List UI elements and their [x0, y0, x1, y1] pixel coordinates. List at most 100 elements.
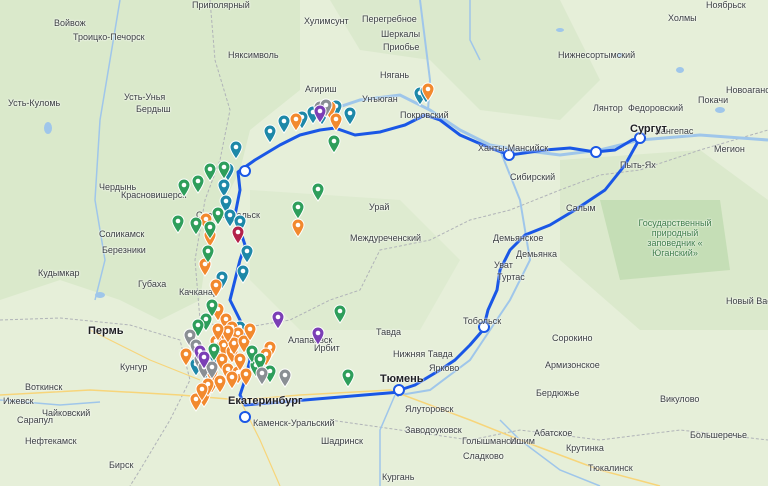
green-map-marker-icon[interactable]	[291, 200, 305, 220]
purple-map-marker-icon[interactable]	[197, 350, 211, 370]
place-label: Демьянское	[493, 233, 544, 243]
orange-map-marker-icon[interactable]	[289, 112, 303, 132]
place-label: Троицко-Печорск	[73, 32, 145, 42]
place-label: Холмы	[668, 13, 697, 23]
green-map-marker-icon[interactable]	[201, 244, 215, 264]
place-label: Каменск-Уральский	[253, 418, 335, 428]
waypoint-icon[interactable]	[590, 146, 602, 158]
place-label: Березники	[102, 245, 146, 255]
orange-map-marker-icon[interactable]	[243, 322, 257, 342]
place-label: Нягань	[380, 70, 410, 80]
grey-map-marker-icon[interactable]	[278, 368, 292, 388]
orange-map-marker-icon[interactable]	[225, 370, 239, 390]
place-label: Сорокино	[552, 333, 593, 343]
place-label: Соликамск	[99, 229, 145, 239]
map-canvas[interactable]: Приполярный Хулимсунт Перегребное Войвож…	[0, 0, 768, 486]
teal-map-marker-icon[interactable]	[229, 140, 243, 160]
purple-map-marker-icon[interactable]	[271, 310, 285, 330]
green-map-marker-icon[interactable]	[189, 216, 203, 236]
place-label: Агириш	[305, 84, 337, 94]
orange-map-marker-icon[interactable]	[421, 82, 435, 102]
place-label: Тюкалинск	[588, 463, 633, 473]
purple-map-marker-icon[interactable]	[311, 326, 325, 346]
green-map-marker-icon[interactable]	[341, 368, 355, 388]
place-label: Нефтекамск	[25, 436, 77, 446]
place-label: Хулимсунт	[304, 16, 349, 26]
place-label: Тавда	[376, 327, 402, 337]
green-map-marker-icon[interactable]	[211, 206, 225, 226]
green-map-marker-icon[interactable]	[203, 162, 217, 182]
reserve-label: Государственный природный заповедник « Ю…	[638, 218, 712, 258]
place-label: Ханты-Мансийск	[478, 143, 549, 153]
place-label: Мегион	[714, 144, 745, 154]
place-label: Нижнесортымский	[558, 50, 636, 60]
place-label: Покачи	[698, 95, 729, 105]
orange-map-marker-icon[interactable]	[291, 218, 305, 238]
place-label: Сладково	[463, 451, 504, 461]
place-label: Войвож	[54, 18, 86, 28]
place-label: Лянтор	[593, 103, 623, 113]
place-label: Пыть-Ях	[620, 160, 656, 170]
teal-map-marker-icon[interactable]	[263, 124, 277, 144]
teal-map-marker-icon[interactable]	[343, 106, 357, 126]
waypoint-icon[interactable]	[239, 411, 251, 423]
place-label: Новоаганск	[726, 85, 768, 95]
place-label: Шадринск	[321, 436, 363, 446]
place-label: Бердыш	[136, 104, 171, 114]
place-label: Бирск	[109, 460, 134, 470]
place-label: Демьянка	[516, 249, 557, 259]
place-label: Бердюжье	[536, 388, 580, 398]
place-label: Крутинка	[566, 443, 604, 453]
green-map-marker-icon[interactable]	[333, 304, 347, 324]
teal-map-marker-icon[interactable]	[236, 264, 250, 284]
place-label: Ялуторовск	[405, 404, 454, 414]
waypoint-icon[interactable]	[393, 384, 405, 396]
orange-map-marker-icon[interactable]	[209, 278, 223, 298]
place-label: Новый Васюган	[726, 296, 768, 306]
place-label: Заводоуковск	[405, 425, 462, 435]
place-label: Ижевск	[3, 396, 34, 406]
place-label: Кургань	[382, 472, 415, 482]
place-label: Сарапул	[17, 415, 54, 425]
waypoint-icon[interactable]	[239, 165, 251, 177]
place-label: Федоровский	[628, 103, 684, 113]
place-label: Кудымкар	[38, 268, 80, 278]
place-label: Ярково	[429, 363, 460, 373]
place-label: Салым	[566, 203, 596, 213]
place-label: Усть-Унья	[124, 92, 166, 102]
orange-map-marker-icon[interactable]	[195, 382, 209, 402]
place-label: Перегребное	[362, 14, 417, 24]
place-label: Губаха	[138, 279, 167, 289]
place-label: Ноябрьск	[706, 0, 746, 10]
place-label: Урай	[369, 202, 390, 212]
place-label: Воткинск	[25, 382, 63, 392]
place-label: Приполярный	[192, 0, 250, 10]
green-map-marker-icon[interactable]	[311, 182, 325, 202]
purple-map-marker-icon[interactable]	[313, 104, 327, 124]
place-label: Уват	[494, 260, 513, 270]
place-label: Викулово	[660, 394, 700, 404]
green-map-marker-icon[interactable]	[177, 178, 191, 198]
place-label: Абатское	[534, 428, 573, 438]
city-label: Тюмень	[380, 373, 424, 385]
place-label: Армизонское	[545, 360, 600, 370]
place-label: Усть-Куломь	[8, 98, 61, 108]
teal-map-marker-icon[interactable]	[240, 244, 254, 264]
crimson-map-marker-icon[interactable]	[231, 225, 245, 245]
grey-map-marker-icon[interactable]	[255, 366, 269, 386]
place-label: Большеречье	[690, 430, 747, 440]
place-label: Сибирский	[510, 172, 556, 182]
place-label: Ишим	[510, 436, 535, 446]
place-label: Нижняя Тавда	[393, 349, 453, 359]
city-label: Сургут	[630, 123, 667, 135]
place-label: Приобье	[383, 42, 420, 52]
place-label: Тобольск	[463, 316, 502, 326]
orange-map-marker-icon[interactable]	[211, 322, 225, 342]
green-map-marker-icon[interactable]	[191, 174, 205, 194]
place-label: Кунгур	[120, 362, 148, 372]
green-map-marker-icon[interactable]	[217, 160, 231, 180]
green-map-marker-icon[interactable]	[327, 134, 341, 154]
green-map-marker-icon[interactable]	[171, 214, 185, 234]
city-label: Екатеринбург	[228, 395, 303, 407]
place-label: Покровский	[400, 110, 449, 120]
